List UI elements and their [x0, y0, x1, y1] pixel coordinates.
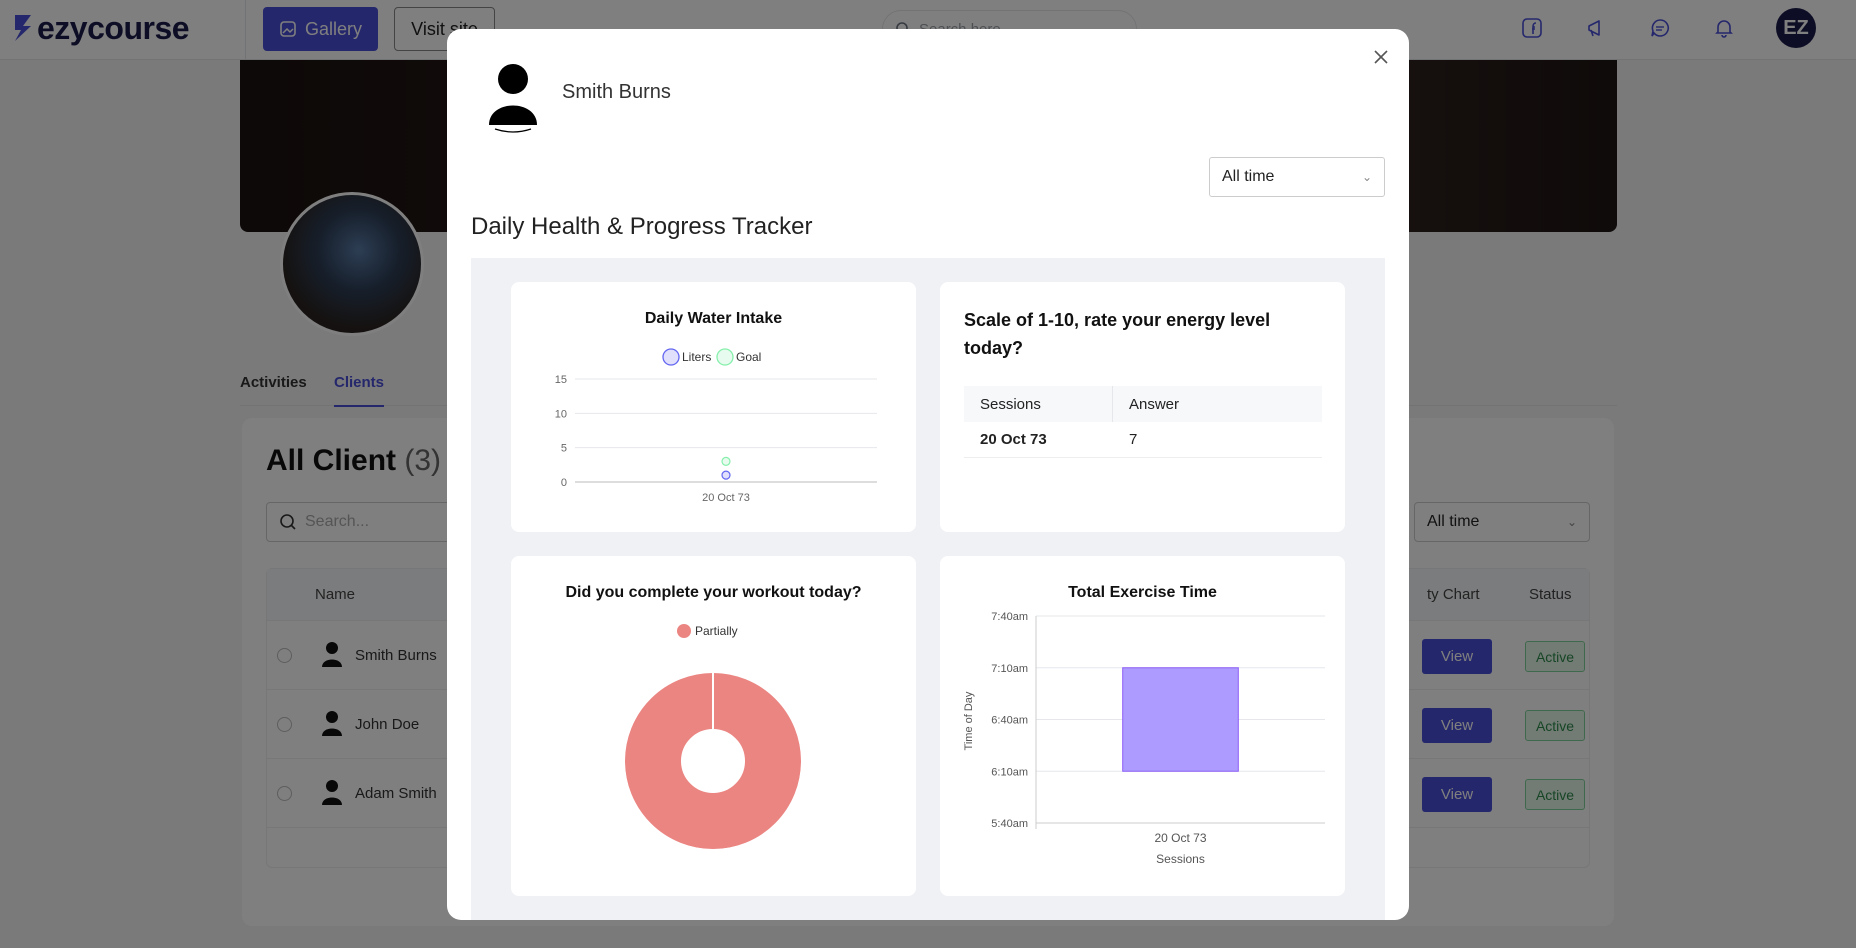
energy-table: Sessions Answer 20 Oct 73 7 — [964, 386, 1322, 458]
workout-card: Did you complete your workout today? Par… — [511, 556, 916, 896]
modal-filter-value: All time — [1222, 168, 1275, 185]
progress-modal: Smith Burns All time ⌄ Daily Health & Pr… — [447, 29, 1409, 920]
user-icon — [489, 64, 537, 133]
legend-swatch — [716, 348, 734, 366]
x-tick-label: 20 Oct 73 — [702, 492, 750, 504]
modal-username: Smith Burns — [562, 81, 671, 103]
workout-donut-chart: Partially — [623, 624, 803, 851]
y-tick-label: 15 — [555, 374, 567, 386]
exercise-time-card: Total Exercise Time 7:40am 7:10am 6:40am 6:… — [940, 556, 1345, 896]
bar — [1122, 667, 1239, 772]
data-point-goal — [721, 456, 731, 466]
y-tick-label: 5 — [561, 443, 567, 455]
chevron-down-icon: ⌄ — [1361, 170, 1372, 184]
legend-label: Partially — [695, 624, 738, 638]
energy-card: Scale of 1-10, rate your energy level to… — [940, 282, 1345, 532]
energy-answer: 7 — [1129, 431, 1138, 448]
water-intake-chart: Liters Goal 15 10 5 0 20 Oct 73 — [555, 348, 877, 504]
legend-label: Liters — [682, 350, 711, 364]
x-tick-label: 20 Oct 73 — [1154, 831, 1206, 845]
data-point-liters — [721, 470, 731, 480]
column-header-answer: Answer — [1129, 395, 1180, 413]
y-tick-label: 7:40am — [991, 611, 1028, 623]
y-tick-label: 7:10am — [991, 663, 1028, 675]
legend-swatch — [662, 348, 680, 366]
table-row: 20 Oct 73 7 — [964, 422, 1322, 458]
exercise-time-chart: 7:40am 7:10am 6:40am 6:10am 5:40am 20 Oct 73 S… — [963, 611, 1325, 866]
tracker-title: Daily Health & Progress Tracker — [471, 213, 813, 240]
legend-label: Goal — [736, 350, 761, 364]
charts-area: Daily Water Intake Liters Goal 15 10 5 0 20 Oc… — [471, 258, 1385, 920]
y-tick-label: 10 — [555, 408, 567, 420]
modal-time-filter[interactable]: All time ⌄ — [1209, 157, 1385, 197]
y-tick-label: 6:10am — [991, 766, 1028, 778]
y-axis-label: Time of Day — [963, 691, 975, 750]
x-axis-label: Sessions — [1156, 852, 1205, 866]
energy-question: Scale of 1-10, rate your energy level to… — [964, 310, 1271, 358]
water-intake-card: Daily Water Intake Liters Goal 15 10 5 0 20 Oc… — [511, 282, 916, 532]
close-icon[interactable] — [1369, 45, 1393, 69]
legend-swatch — [677, 624, 691, 638]
y-tick-label: 5:40am — [991, 818, 1028, 830]
table-header: Sessions Answer — [964, 386, 1322, 422]
column-header-sessions: Sessions — [964, 386, 1113, 422]
y-tick-label: 0 — [561, 477, 567, 489]
y-tick-label: 6:40am — [991, 715, 1028, 727]
session-date: 20 Oct 73 — [980, 431, 1047, 448]
